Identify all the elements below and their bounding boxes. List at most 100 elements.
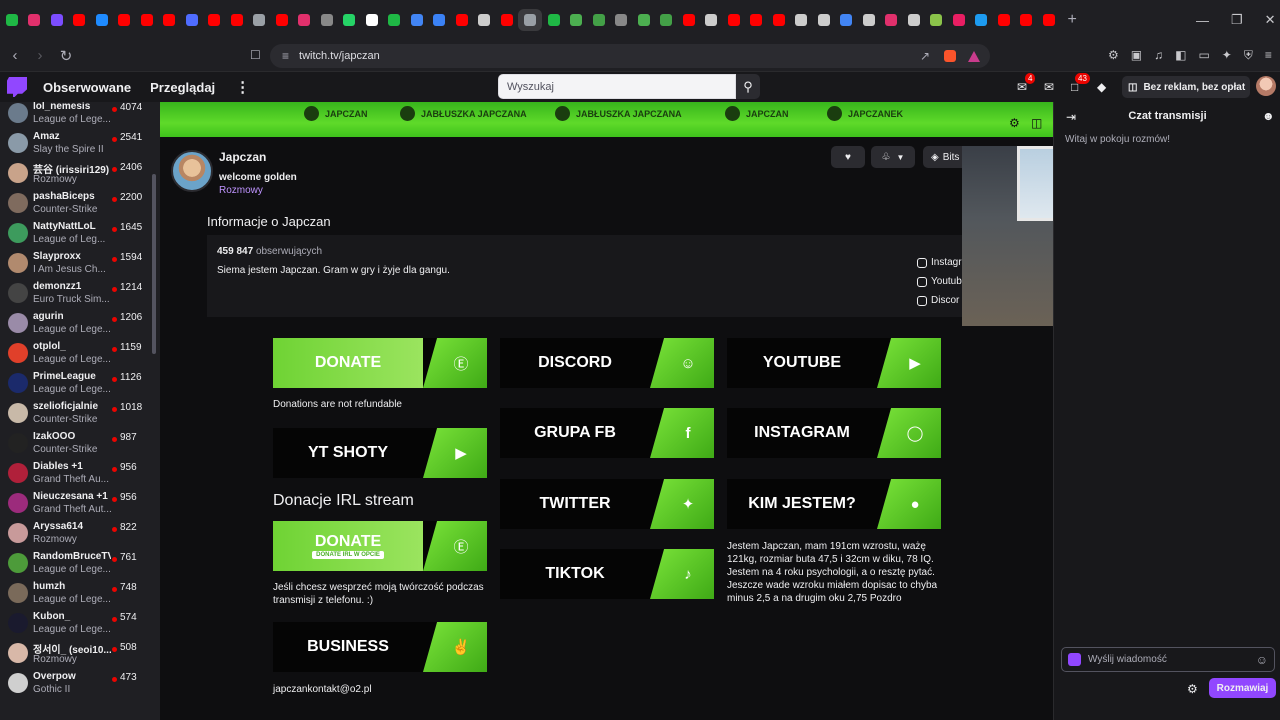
- screenshot-icon[interactable]: ▣: [1131, 48, 1142, 63]
- tiktok-panel[interactable]: TIKTOK ♪: [500, 549, 714, 599]
- inbox-icon[interactable]: ✉: [1044, 80, 1054, 94]
- grupa-fb-panel[interactable]: GRUPA FB f: [500, 408, 714, 458]
- stream-category[interactable]: Rozmowy: [219, 185, 263, 196]
- browser-tab[interactable]: [226, 9, 248, 31]
- browser-tab[interactable]: [136, 9, 158, 31]
- sidebar-channel[interactable]: Amaz Slay the Spire II 2541: [0, 129, 150, 159]
- turbo-button[interactable]: ◫ Bez reklam, bez opłat: [1122, 76, 1250, 98]
- social-link-discord[interactable]: Discor: [917, 295, 959, 306]
- brave-shield-icon[interactable]: [944, 50, 956, 62]
- extensions-icon[interactable]: ⚙: [1108, 48, 1119, 63]
- brave-rewards-icon[interactable]: [968, 50, 980, 62]
- sidebar-channel[interactable]: Aryssa614 Rozmowy 822: [0, 519, 150, 549]
- wallet-icon[interactable]: ▭: [1198, 48, 1209, 63]
- menu-icon[interactable]: ≡: [1265, 48, 1272, 63]
- browser-tab[interactable]: [23, 9, 45, 31]
- browser-tab[interactable]: [518, 9, 542, 31]
- notification-bell-button[interactable]: ♧ ▼: [871, 146, 915, 168]
- browser-tab[interactable]: [473, 9, 495, 31]
- browser-tab[interactable]: [203, 9, 225, 31]
- sidebar-channel[interactable]: demonzz1 Euro Truck Sim... 1214: [0, 279, 150, 309]
- site-info-icon[interactable]: ≡: [282, 49, 289, 63]
- browser-tab[interactable]: [678, 9, 700, 31]
- discord-panel[interactable]: DISCORD ☺: [500, 338, 714, 388]
- sidebar-channel[interactable]: RandomBruceTV League of Lege... 761: [0, 549, 150, 579]
- sidebar-channel[interactable]: 芸谷 (irissiri129) Rozmowy 2406: [0, 159, 150, 189]
- browser-tab[interactable]: [948, 9, 970, 31]
- browser-tab[interactable]: [46, 9, 68, 31]
- close-window-icon[interactable]: ✕: [1265, 12, 1276, 28]
- browser-tab[interactable]: [91, 9, 113, 31]
- follow-button[interactable]: ♥: [831, 146, 865, 168]
- yt-shoty-panel[interactable]: YT SHOTY ▶: [273, 428, 487, 478]
- bookmark-icon[interactable]: ☐: [250, 48, 261, 62]
- browser-tab[interactable]: [68, 9, 90, 31]
- banner-link[interactable]: JAPCZAN: [304, 106, 368, 121]
- banner-link[interactable]: JABŁUSZKA JAPCZANA: [400, 106, 527, 121]
- banner-link[interactable]: JAPCZAN: [725, 106, 789, 121]
- minimize-icon[interactable]: —: [1196, 13, 1209, 28]
- browser-tab[interactable]: [338, 9, 360, 31]
- sidebar-channel[interactable]: PrimeLeague League of Lege... 1126: [0, 369, 150, 399]
- browser-tab[interactable]: [271, 9, 293, 31]
- browser-tab[interactable]: [813, 9, 835, 31]
- browser-tab[interactable]: [383, 9, 405, 31]
- theatre-mode-icon[interactable]: ◫: [1031, 116, 1042, 130]
- browser-tab[interactable]: [880, 9, 902, 31]
- browser-tab[interactable]: [745, 9, 767, 31]
- twitch-logo-icon[interactable]: [7, 77, 27, 97]
- browser-tab[interactable]: [790, 9, 812, 31]
- browser-tab[interactable]: [316, 9, 338, 31]
- browser-tab[interactable]: [113, 9, 135, 31]
- browser-tab[interactable]: [428, 9, 450, 31]
- sidebar-channel[interactable]: Diables +1 Grand Theft Au... 956: [0, 459, 150, 489]
- vpn-icon[interactable]: ⛨: [1244, 48, 1253, 63]
- browser-tab[interactable]: [451, 9, 473, 31]
- browser-tab[interactable]: [565, 9, 587, 31]
- banner-link[interactable]: JABŁUSZKA JAPCZANA: [555, 106, 682, 121]
- browser-tab[interactable]: [903, 9, 925, 31]
- sidebar-channel[interactable]: szelioficjalnie Counter-Strike 1018: [0, 399, 150, 429]
- social-link-instagram[interactable]: Instagr: [917, 257, 962, 268]
- sidebar-channel[interactable]: NattyNattLoL League of Leg... 1645: [0, 219, 150, 249]
- donate-panel[interactable]: DONATE Ⓔ: [273, 338, 487, 388]
- browser-tab[interactable]: [588, 9, 610, 31]
- browser-tab[interactable]: [1015, 9, 1037, 31]
- browser-tab[interactable]: [835, 9, 857, 31]
- nav-browse[interactable]: Przeglądaj: [150, 80, 215, 95]
- browser-tab[interactable]: [361, 9, 383, 31]
- nav-following[interactable]: Obserwowane: [43, 80, 131, 95]
- chat-settings-icon[interactable]: ⚙: [1187, 682, 1198, 696]
- browser-tab[interactable]: [1038, 9, 1060, 31]
- sidebar-channel[interactable]: otplol_ League of Lege... 1159: [0, 339, 150, 369]
- browser-tab[interactable]: [406, 9, 428, 31]
- browser-tab[interactable]: [633, 9, 655, 31]
- sidebar-channel[interactable]: IzakOOO Counter-Strike 987: [0, 429, 150, 459]
- sidebar-channel[interactable]: Slayproxx I Am Jesus Ch... 1594: [0, 249, 150, 279]
- kim-jestem-panel[interactable]: KIM JESTEM? ●: [727, 479, 941, 529]
- sidebar-channel[interactable]: 정서이_ (seoi10... Rozmowy 508: [0, 639, 150, 669]
- share-icon[interactable]: ↗: [920, 49, 930, 63]
- music-icon[interactable]: ♫: [1154, 48, 1163, 63]
- youtube-panel[interactable]: YOUTUBE ▶: [727, 338, 941, 388]
- search-icon[interactable]: ⚲: [736, 74, 760, 99]
- chat-users-icon[interactable]: ☻: [1262, 109, 1275, 123]
- browser-tab[interactable]: [181, 9, 203, 31]
- forward-icon[interactable]: ›: [30, 47, 50, 64]
- more-options-icon[interactable]: ⋮: [235, 78, 250, 96]
- sidebar-channel[interactable]: humzh League of Lege... 748: [0, 579, 150, 609]
- back-icon[interactable]: ‹: [5, 47, 25, 64]
- channel-avatar[interactable]: [171, 150, 213, 192]
- browser-tab[interactable]: [158, 9, 180, 31]
- browser-tab[interactable]: [1, 9, 23, 31]
- business-panel[interactable]: BUSINESS ✌: [273, 622, 487, 672]
- sidebar-channel[interactable]: Kubon_ League of Lege... 574: [0, 609, 150, 639]
- channel-name[interactable]: Japczan: [219, 150, 266, 164]
- browser-tab[interactable]: [248, 9, 270, 31]
- twitter-panel[interactable]: TWITTER ✦: [500, 479, 714, 529]
- browser-tab[interactable]: [496, 9, 518, 31]
- sidebar-channel[interactable]: agurin League of Lege... 1206: [0, 309, 150, 339]
- settings-gear-icon[interactable]: ⚙: [1009, 116, 1020, 130]
- sidebar-channel[interactable]: pashaBiceps Counter-Strike 2200: [0, 189, 150, 219]
- sidebar-scrollbar[interactable]: [152, 174, 156, 354]
